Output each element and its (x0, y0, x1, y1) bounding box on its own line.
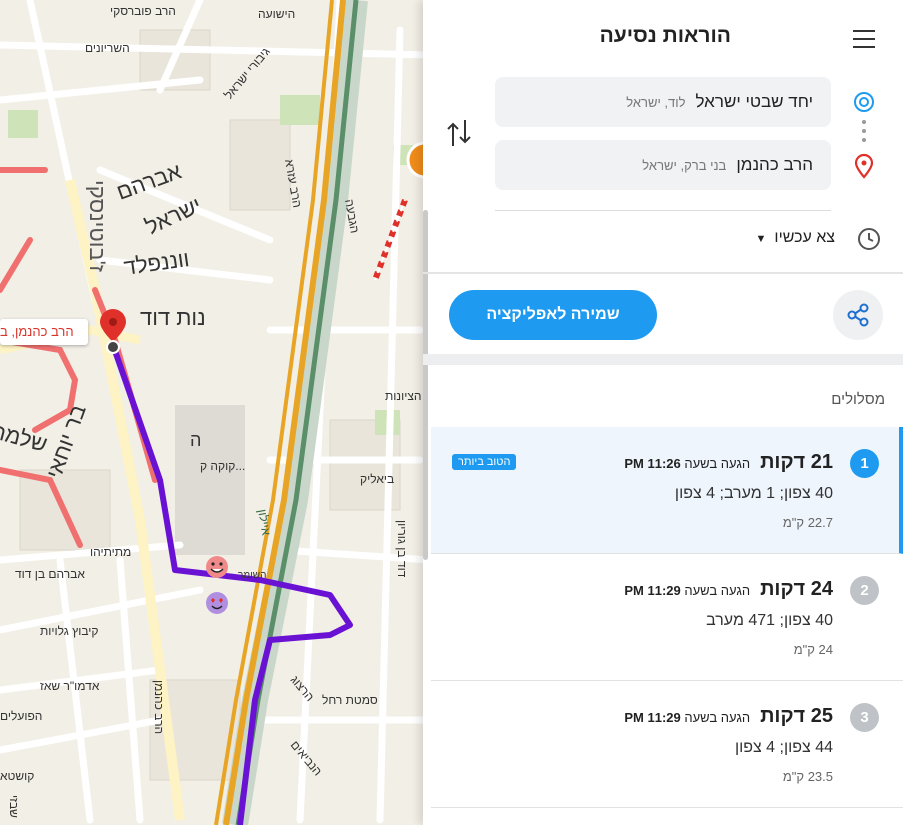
routes-heading: מסלולים (831, 391, 885, 408)
destination-pin-label: הרב כהנמן, ב (0, 319, 88, 345)
route-number: 1 (850, 449, 879, 478)
street-label: מתיתיהו (90, 545, 131, 559)
route-duration: 21 דקות (760, 451, 833, 473)
destination-sub: בני ברק, ישראל (642, 157, 727, 173)
destination-main: הרב כהנמן (736, 155, 813, 174)
best-route-badge: הטוב ביותר (452, 454, 517, 470)
destination-field[interactable]: הרב כהנמן בני ברק, ישראל (495, 140, 831, 190)
section-separator (423, 354, 903, 365)
street-label: דוד בן גוריון (395, 520, 409, 578)
destination-marker-icon (853, 153, 875, 184)
route-via: 40 צפון; 1 מערב; 4 צפון (674, 485, 833, 502)
origin-sub: לוד, ישראל (626, 94, 686, 110)
route-option-2[interactable]: 2 24 דקות הגעה בשעה 11:29 PM 40 צפון; 47… (431, 554, 903, 681)
route-duration: 25 דקות (760, 705, 833, 727)
route-dots-icon (862, 120, 866, 147)
route-option-1[interactable]: 1 21 דקות הגעה בשעה 11:26 PM 40 צפון; 1 … (431, 427, 903, 554)
street-label: שבזי (7, 795, 21, 818)
route-distance: 24 ק"מ (793, 642, 833, 657)
street-label: קיבוץ גלויות (40, 624, 98, 638)
panel-title: הוראות נסיעה (599, 24, 731, 47)
arrival-time: 11:26 PM (624, 456, 681, 471)
arrival-time: 11:29 PM (624, 710, 681, 725)
route-via: 40 צפון; 471 מערב (706, 612, 833, 629)
route-option-3[interactable]: 3 25 דקות הגעה בשעה 11:29 PM 44 צפון; 4 … (431, 681, 903, 808)
route-number: 2 (850, 576, 879, 605)
wazer-happy-icon[interactable] (206, 556, 228, 578)
caret-down-icon: ▼ (755, 233, 767, 245)
route-via: 44 צפון; 4 צפון (734, 739, 833, 756)
street-label-large: ז'בוטינסקי (85, 180, 110, 272)
street-label: אברהם בן דוד (15, 567, 85, 581)
street-label: הרב פוברסקי (110, 4, 176, 18)
street-label: ה (190, 430, 201, 450)
share-icon (847, 303, 869, 327)
wazer-love-icon[interactable] (206, 592, 228, 614)
street-label: קושטא (0, 769, 34, 783)
street-label: השריונים (85, 41, 130, 55)
menu-icon[interactable] (853, 30, 875, 48)
origin-field[interactable]: יחד שבטי ישראל לוד, ישראל (495, 77, 831, 127)
save-to-app-button[interactable]: שמירה לאפליקציה (449, 290, 657, 340)
street-label: הציונות (385, 389, 421, 403)
divider (495, 210, 831, 211)
street-label-large: נות דוד (140, 305, 206, 330)
share-button[interactable] (833, 290, 883, 340)
leave-now-label: צא עכשיו (774, 229, 835, 246)
scrollbar[interactable] (423, 210, 428, 560)
building-block (175, 405, 245, 555)
map-canvas[interactable]: הרב פוברסקי הישועה השריונים קוקה ק... מת… (0, 0, 430, 825)
street-label: סמטת רחל (322, 693, 378, 707)
directions-panel: הוראות נסיעה יחד שבטי ישראל לוד, ישראל ה… (423, 0, 903, 825)
arrival-prefix: הגעה בשעה (684, 456, 751, 471)
arrival-prefix: הגעה בשעה (684, 710, 751, 725)
street-label: הישועה (258, 7, 295, 21)
street-label: קוקה ק... (200, 459, 245, 473)
origin-main: יחד שבטי ישראל (695, 92, 813, 111)
route-duration: 24 דקות (760, 578, 833, 600)
street-label: השומר (238, 570, 266, 581)
arrival-time: 11:29 PM (624, 583, 681, 598)
leave-now-dropdown[interactable]: צא עכשיו ▼ (756, 229, 835, 247)
route-distance: 22.7 ק"מ (782, 515, 833, 530)
route-number: 3 (850, 703, 879, 732)
map-view[interactable]: הרב פוברסקי הישועה השריונים קוקה ק... מת… (0, 0, 430, 825)
divider (423, 272, 903, 274)
street-label: הפועלים (0, 709, 42, 723)
street-label: הרב כהנמן (152, 680, 166, 734)
swap-icon[interactable] (445, 118, 473, 154)
arrival-prefix: הגעה בשעה (684, 583, 751, 598)
street-label: אדמו"ר שאז (40, 679, 100, 693)
route-distance: 23.5 ק"מ (782, 769, 833, 784)
origin-icon (854, 92, 874, 112)
clock-icon (857, 227, 881, 256)
street-label: ביאליק (360, 472, 394, 486)
